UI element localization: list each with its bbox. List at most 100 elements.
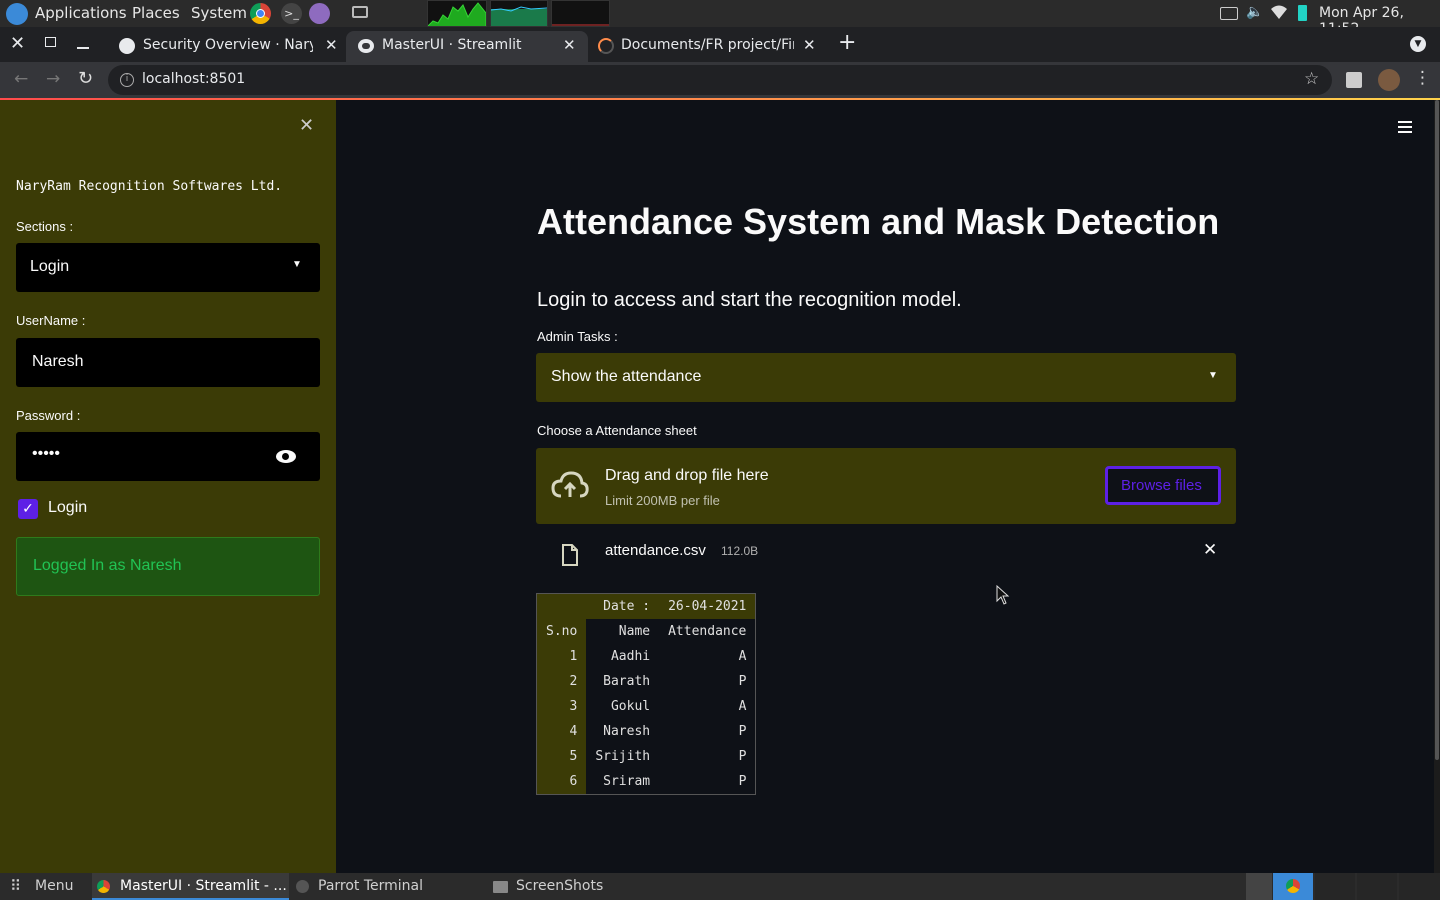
uploaded-file: attendance.csv 112.0B ✕ [536,532,1236,572]
table-index-header-blank [537,594,587,619]
window-close-icon[interactable]: ✕ [10,33,25,54]
network-monitor-graph [551,0,610,27]
text-editor-launcher-icon[interactable] [309,3,330,24]
chrome-menu-icon[interactable]: ⋮ [1414,68,1431,88]
table-header-row-date: Date : 26-04-2021 [537,594,756,619]
sidebar: ✕ NaryRam Recognition Softwares Ltd. Sec… [0,100,336,873]
site-info-icon[interactable]: i [120,73,134,87]
scrollbar-thumb[interactable] [1435,100,1439,760]
system-menu[interactable]: System [191,4,247,22]
taskbar-item-masterui[interactable]: MasterUI · Streamlit - ... [92,873,289,900]
chrome-icon [1286,879,1300,893]
file-icon [561,543,579,567]
cpu-monitor-graph [427,0,487,27]
table-cell-name: Naresh [586,719,660,744]
username-field[interactable]: Naresh [16,338,320,387]
table-cell-attendance: P [659,744,756,769]
applications-menu[interactable]: Applications [35,4,127,22]
tab-title: Documents/FR project/Fir [621,37,794,53]
eye-icon[interactable] [276,450,296,463]
browser-tab-strip: ✕ Security Overview · Nary-\ ✕ MasterUI … [0,27,1440,62]
tab-title: Security Overview · Nary-\ [143,37,313,53]
browser-toolbar: ← → ↻ i localhost:8501 ☆ ⋮ [0,62,1440,98]
tab-close-icon[interactable]: ✕ [325,36,338,54]
drop-limit: Limit 200MB per file [605,493,720,508]
password-label: Password : [16,408,81,423]
taskbar-item-label: MasterUI · Streamlit - ... [120,878,287,894]
table-cell-attendance: A [659,644,756,669]
workspace-2-icon[interactable] [1273,873,1313,900]
battery-icon[interactable] [1298,5,1307,21]
new-tab-button[interactable]: + [838,30,856,55]
sidebar-close-icon[interactable]: ✕ [299,115,314,136]
show-desktop-icon[interactable] [352,6,368,18]
table-cell-attendance: P [659,769,756,794]
memory-monitor-graph [490,0,548,27]
workspace-1-icon[interactable] [1246,873,1272,900]
sections-selected-value: Login [30,258,70,275]
password-value: ••••• [32,445,61,462]
tab-security-overview[interactable]: Security Overview · Nary-\ ✕ [108,31,346,62]
forward-icon[interactable]: → [46,69,60,89]
login-checkbox[interactable]: ✓ [18,499,38,519]
reload-icon[interactable]: ↻ [78,68,93,89]
terminal-launcher-icon[interactable]: >_ [281,3,302,24]
password-field[interactable]: ••••• [16,432,320,481]
table-row: 6 Sriram P [537,769,756,794]
window-minimize-icon[interactable] [77,47,89,49]
github-icon [119,38,135,54]
workspace-5-icon[interactable] [1399,873,1440,900]
extensions-icon[interactable] [1346,72,1362,88]
table-cell-sno: 2 [537,669,587,694]
tab-masterui-streamlit[interactable]: MasterUI · Streamlit ✕ [346,31,588,62]
workspace-3-icon[interactable] [1315,873,1355,900]
places-menu[interactable]: Places [132,4,180,22]
parrot-logo-icon[interactable] [6,3,28,25]
table-cell-name: Barath [586,669,660,694]
profile-avatar[interactable] [1378,69,1400,91]
window-restore-icon[interactable] [45,37,56,47]
table-cell-sno: 3 [537,694,587,719]
keyboard-icon[interactable] [1220,7,1238,20]
chrome-launcher-icon[interactable] [250,3,271,24]
main-content: Attendance System and Mask Detection Log… [336,100,1434,873]
tab-search-icon[interactable]: ▼ [1410,36,1426,52]
table-cell-sno: 4 [537,719,587,744]
chrome-icon [97,880,110,893]
grid-menu-icon: ⠿ [10,877,21,895]
page-scrollbar[interactable] [1434,100,1440,873]
os-taskbar: ⠿ Menu MasterUI · Streamlit - ... Parrot… [0,873,1440,900]
table-row: 4 Naresh P [537,719,756,744]
login-checkbox-label[interactable]: Login [48,499,87,517]
username-label: UserName : [16,313,86,328]
attendance-table: Date : 26-04-2021 S.no Name Attendance 1… [536,593,757,795]
browse-files-button[interactable]: Browse files [1105,466,1221,505]
remove-file-icon[interactable]: ✕ [1203,540,1217,560]
menu-button[interactable]: ⠿ Menu [0,873,90,900]
table-cell-name: Srijith [586,744,660,769]
table-header-row-columns: S.no Name Attendance [537,619,756,644]
volume-icon[interactable]: 🔈 [1246,4,1263,20]
url-text[interactable]: localhost:8501 [142,71,245,87]
taskbar-item-terminal[interactable]: Parrot Terminal [292,873,487,900]
loading-spinner-icon [598,38,614,54]
address-bar[interactable]: i localhost:8501 ☆ [108,65,1332,95]
sections-label: Sections : [16,219,74,234]
wifi-icon[interactable] [1271,5,1287,19]
page-subtitle: Login to access and start the recognitio… [537,289,962,311]
tab-close-icon[interactable]: ✕ [803,36,816,54]
sections-select[interactable]: Login ▼ [16,243,320,292]
admin-tasks-select[interactable]: Show the attendance ▼ [536,353,1236,402]
table-cell-sno: 5 [537,744,587,769]
hamburger-menu-icon[interactable] [1398,121,1412,133]
tab-documents-fr-project[interactable]: Documents/FR project/Fir ✕ [588,31,826,62]
back-icon[interactable]: ← [14,69,28,89]
taskbar-item-label: Parrot Terminal [318,878,424,894]
tab-close-icon[interactable]: ✕ [563,36,576,54]
file-dropzone[interactable]: Drag and drop file here Limit 200MB per … [536,448,1236,524]
table-cell-sno: 6 [537,769,587,794]
taskbar-item-screenshots[interactable]: ScreenShots [490,873,690,900]
table-cell-sno: 1 [537,644,587,669]
workspace-4-icon[interactable] [1357,873,1397,900]
bookmark-star-icon[interactable]: ☆ [1304,69,1319,89]
